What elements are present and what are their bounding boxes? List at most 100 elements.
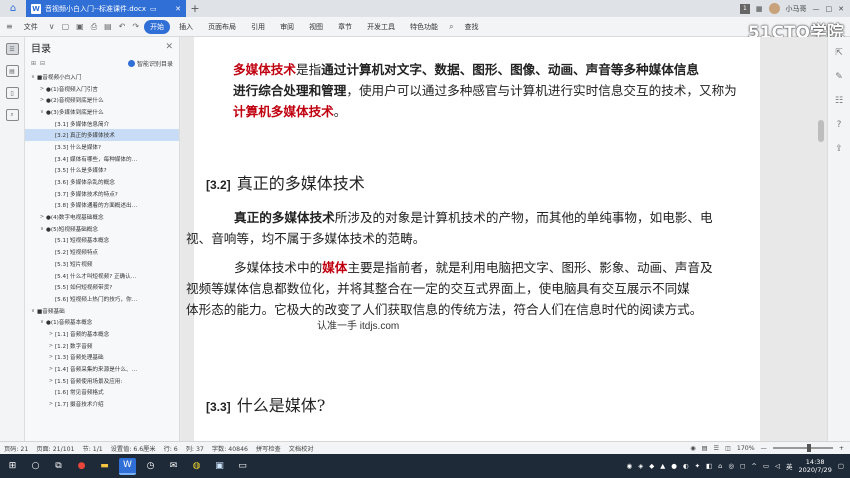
toc-item[interactable]: ∨ ●(5)短视频基础概念 — [25, 223, 179, 235]
smart-toc-button[interactable]: 智能识别目录 — [127, 59, 173, 68]
bookmark-icon[interactable]: ▯ — [5, 87, 19, 99]
tray-app-icon[interactable]: ◐ — [683, 462, 689, 470]
tray-app-icon[interactable]: ◆ — [649, 462, 654, 470]
chevron-right-icon[interactable]: > — [38, 86, 46, 92]
file-explorer-icon[interactable]: ▬ — [96, 458, 113, 475]
zoom-slider[interactable] — [772, 444, 833, 452]
status-pages[interactable]: 页面: 21/101 — [36, 444, 74, 453]
expand-icon[interactable]: ⊞ — [31, 60, 36, 67]
toc-item[interactable]: ∨ ●(1)音频基本概念 — [25, 316, 179, 328]
chevron-down-icon[interactable]: ∨ — [29, 308, 37, 314]
toc-item[interactable]: > [1.7] 摄音技术介绍 — [25, 398, 179, 410]
toc-panel-icon[interactable]: ☰ — [5, 43, 19, 55]
toc-item[interactable]: > [1.3] 音频处理基础 — [25, 352, 179, 364]
toc-item[interactable]: [3.6] 多媒体杂乱的概念 — [25, 176, 179, 188]
clock-app-icon[interactable]: ◷ — [142, 458, 159, 475]
toc-item[interactable]: [3.2] 真正的多媒体技术 — [25, 129, 179, 142]
toc-item[interactable]: [5.3] 短片视频 — [25, 258, 179, 270]
toc-item[interactable]: ∨ ●(3)多媒体到底是什么 — [25, 106, 179, 118]
document-tab[interactable]: W 音视频小白入门--标准课件.docx ▭ ✕ — [26, 0, 186, 17]
toc-item[interactable]: > ●(2)音视频到底是什么 — [25, 94, 179, 106]
share-icon[interactable]: ⇪ — [833, 143, 845, 155]
document-scrollbar[interactable] — [818, 120, 824, 142]
grid-icon[interactable]: ▦ — [756, 5, 763, 13]
chevron-down-icon[interactable]: ∨ — [38, 319, 46, 325]
undo-icon[interactable]: ↶ — [117, 22, 128, 31]
toc-item[interactable]: [1.6] 常见音频格式 — [25, 387, 179, 399]
chevron-down-icon[interactable]: ∨ — [38, 109, 46, 115]
chevron-right-icon[interactable]: > — [47, 366, 55, 372]
read-mode-icon[interactable]: ◉ — [690, 445, 695, 452]
toc-item[interactable]: > ●(1)音视频入门引言 — [25, 83, 179, 95]
chevron-down-icon[interactable]: ∨ — [38, 226, 46, 232]
chevron-right-icon[interactable]: > — [47, 343, 55, 349]
zoom-level[interactable]: 170% — [737, 445, 755, 452]
notification-badge[interactable]: 1 — [739, 3, 750, 14]
chevron-down-icon[interactable]: ∨ — [47, 22, 57, 31]
toc-item[interactable]: [3.4] 媒体有哪些，每种媒体的… — [25, 153, 179, 165]
volume-icon[interactable]: ◁ — [775, 462, 780, 470]
toc-item[interactable]: > [1.2] 数字音频 — [25, 340, 179, 352]
print-icon[interactable]: ⎙ — [89, 22, 99, 32]
tab-page-layout[interactable]: 页面布局 — [202, 20, 242, 34]
toc-item[interactable]: > [1.5] 音频使用场景及应用: — [25, 375, 179, 387]
document-page[interactable]: 多媒体技术是指通过计算机对文字、数据、图形、图像、动画、声音等多种媒体信息 进行… — [186, 37, 760, 441]
tray-app-icon[interactable]: ● — [671, 462, 677, 470]
mail-icon[interactable]: ✉ — [165, 458, 182, 475]
close-tab-icon[interactable]: ✕ — [175, 5, 181, 13]
web-view-icon[interactable]: ◫ — [725, 445, 731, 452]
terminal-icon[interactable]: ▭ — [234, 458, 251, 475]
zoom-in-button[interactable]: + — [839, 445, 844, 452]
chevron-right-icon[interactable]: > — [38, 97, 46, 103]
search-icon[interactable]: ⌕ — [447, 22, 455, 32]
outline-icon[interactable]: ☰ — [714, 445, 720, 452]
tab-section[interactable]: 章节 — [332, 20, 358, 34]
tray-app-icon[interactable]: ◈ — [638, 462, 643, 470]
toc-item[interactable]: [3.7] 多媒体技术的特点? — [25, 188, 179, 200]
avatar[interactable] — [768, 3, 780, 14]
pen-icon[interactable]: ✎ — [833, 71, 845, 83]
maximize-button[interactable]: □ — [826, 5, 833, 13]
chevron-right-icon[interactable]: > — [47, 354, 55, 360]
tab-references[interactable]: 引用 — [245, 20, 271, 34]
task-view-icon[interactable]: ⧉ — [50, 458, 67, 475]
save-icon[interactable]: ▣ — [74, 22, 86, 31]
wps-app-icon[interactable]: ▣ — [211, 458, 228, 475]
toc-item[interactable]: [3.8] 多媒体通着的方面概述出… — [25, 200, 179, 212]
notifications-icon[interactable]: ▢ — [838, 462, 844, 470]
cortana-icon[interactable]: ○ — [27, 458, 44, 475]
toc-item[interactable]: ∨ ■音视频小白入门 — [25, 71, 179, 83]
status-words[interactable]: 字数: 40846 — [212, 444, 248, 453]
username[interactable]: 小马哥 — [786, 4, 807, 14]
tray-app-icon[interactable]: ⌂ — [718, 462, 722, 470]
chevron-right-icon[interactable]: > — [47, 378, 55, 384]
chrome-icon[interactable]: ● — [73, 458, 90, 475]
toc-item[interactable]: [5.5] 如何短视频带货? — [25, 281, 179, 293]
search-label[interactable]: 查找 — [459, 20, 485, 34]
toc-item[interactable]: [3.3] 什么是媒体? — [25, 141, 179, 153]
help-icon[interactable]: ? — [833, 119, 845, 131]
tray-app-icon[interactable]: ◎ — [728, 462, 734, 470]
menu-file[interactable]: 文件 — [18, 20, 44, 34]
toc-item[interactable]: > [1.1] 音频的基本概念 — [25, 328, 179, 340]
tray-app-icon[interactable]: ◧ — [706, 462, 712, 470]
chevron-right-icon[interactable]: > — [38, 214, 46, 220]
wps-writer-icon[interactable]: W — [119, 457, 136, 475]
tab-review[interactable]: 审阅 — [274, 20, 300, 34]
tab-home[interactable]: 开始 — [144, 19, 171, 34]
chapter-icon[interactable]: ▤ — [5, 65, 19, 77]
redo-icon[interactable]: ↷ — [130, 22, 141, 31]
open-folder-icon[interactable]: ▢ — [60, 22, 72, 31]
toc-item[interactable]: [5.1] 短视频基本概念 — [25, 235, 179, 247]
chevron-right-icon[interactable]: > — [47, 331, 55, 337]
hamburger-icon[interactable]: ≡ — [4, 22, 15, 31]
new-tab-button[interactable]: + — [186, 2, 204, 15]
settings-icon[interactable]: ☷ — [833, 95, 845, 107]
media-app-icon[interactable]: ◍ — [188, 458, 205, 475]
tab-special[interactable]: 特色功能 — [404, 20, 444, 34]
clock[interactable]: 14:38 2020/7/29 — [799, 458, 832, 474]
tab-insert[interactable]: 插入 — [173, 20, 199, 34]
chevron-right-icon[interactable]: > — [47, 401, 55, 407]
minimize-button[interactable]: — — [813, 5, 820, 13]
spellcheck-button[interactable]: 拼写检查 — [256, 444, 281, 453]
